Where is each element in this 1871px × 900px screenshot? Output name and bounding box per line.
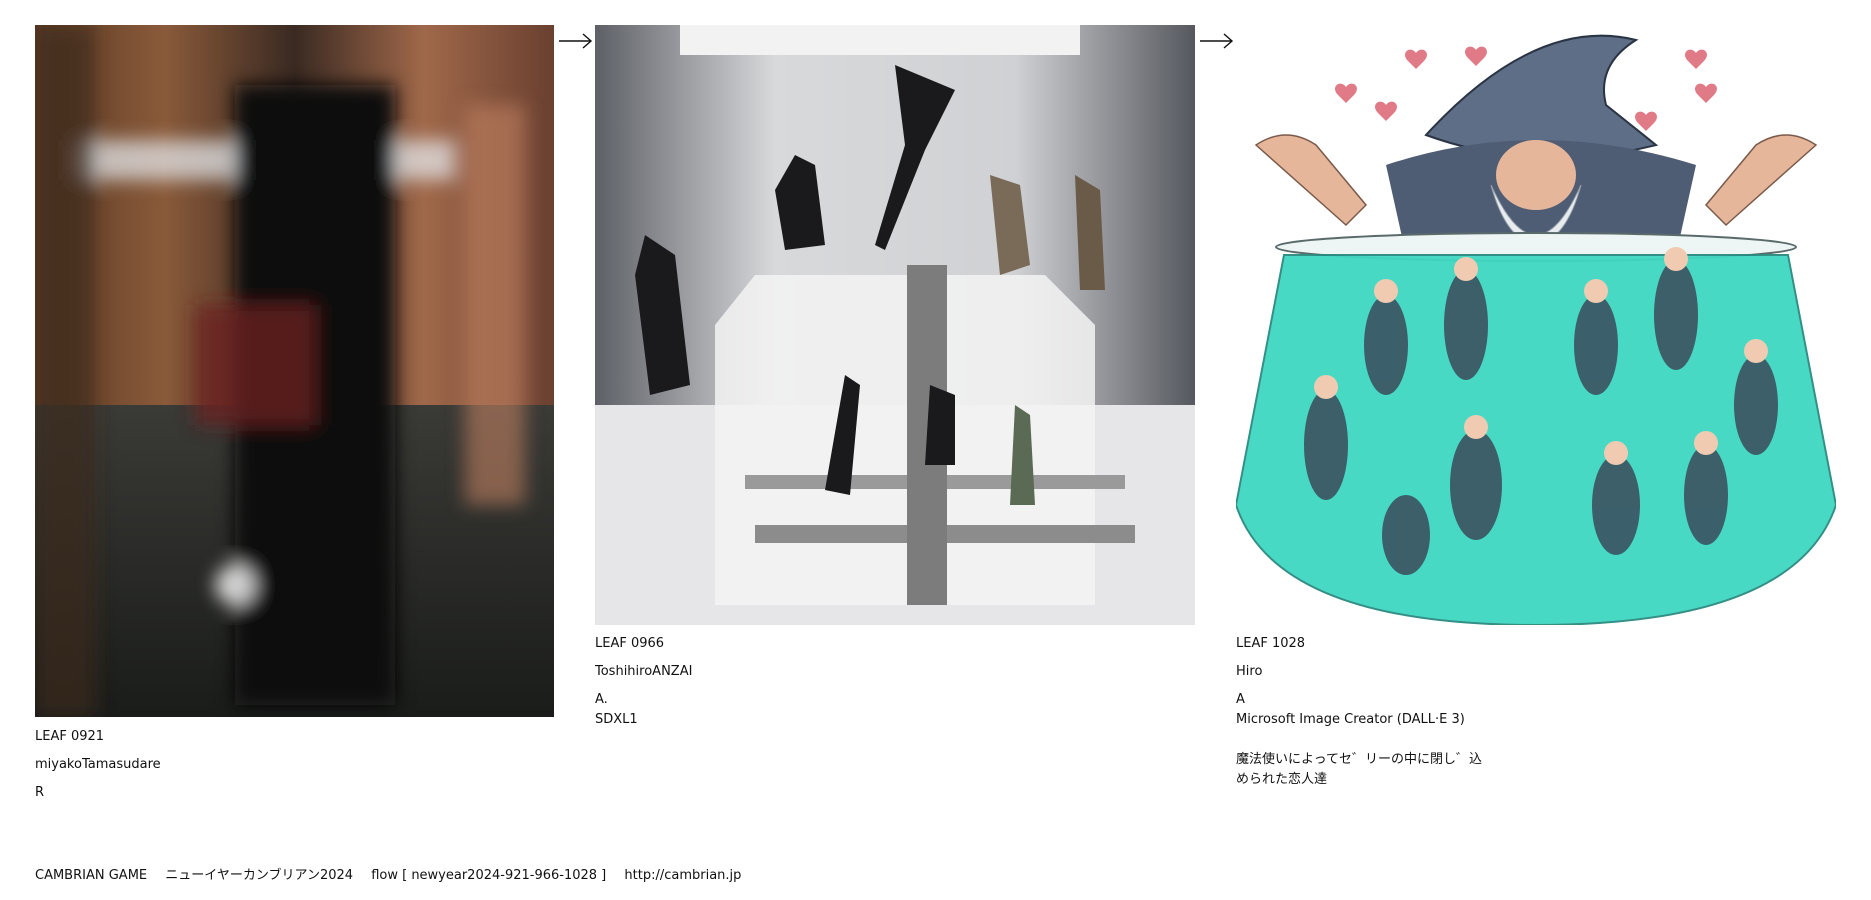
tool-name: SDXL1 (595, 712, 638, 727)
tool-name: Microsoft Image Creator (DALL·E 3) (1236, 712, 1465, 727)
site-link[interactable]: http://cambrian.jp (624, 868, 741, 883)
work-type: A (1236, 692, 1245, 707)
flow-id: flow [ newyear2024-921-966-1028 ] (371, 868, 607, 883)
blurred-photo (35, 25, 554, 717)
event-name: ニューイヤーカンブリアン2024 (165, 868, 354, 883)
staircase-figures-image (595, 25, 1195, 625)
work-title-line: められた恋人達 (1236, 772, 1328, 787)
work-type: A. (595, 692, 608, 707)
leaf-id[interactable]: LEAF 1028 (1236, 634, 1482, 654)
flow-page: LEAF 0921 miyakoTamasudare R LEAF 0966 T… (0, 0, 1871, 900)
leaf-1028-image[interactable] (1236, 25, 1836, 625)
leaf-1028-caption: LEAF 1028 Hiro A Microsoft Image Creator… (1236, 634, 1482, 790)
author-name[interactable]: Hiro (1236, 662, 1482, 682)
author-name[interactable]: miyakoTamasudare (35, 755, 161, 775)
work-title-line: 魔法使いによってセ゛リーの中に閉し゛込 (1236, 752, 1482, 767)
leaf-0921-image[interactable] (35, 25, 554, 717)
flow-arrow-icon (1199, 31, 1235, 51)
brand-name: CAMBRIAN GAME (35, 868, 148, 883)
author-name[interactable]: ToshihiroANZAI (595, 662, 692, 682)
flow-arrow-icon (558, 31, 594, 51)
leaf-id[interactable]: LEAF 0921 (35, 727, 161, 747)
wizard-jelly-jar-illustration (1236, 25, 1836, 625)
work-type: R (35, 785, 45, 800)
footer: CAMBRIAN GAME ニューイヤーカンブリアン2024 flow [ ne… (35, 864, 755, 883)
leaf-id[interactable]: LEAF 0966 (595, 634, 692, 654)
leaf-0921-caption: LEAF 0921 miyakoTamasudare R (35, 727, 161, 803)
leaf-0966-caption: LEAF 0966 ToshihiroANZAI A. SDXL1 (595, 634, 692, 730)
leaf-0966-image[interactable] (595, 25, 1195, 625)
